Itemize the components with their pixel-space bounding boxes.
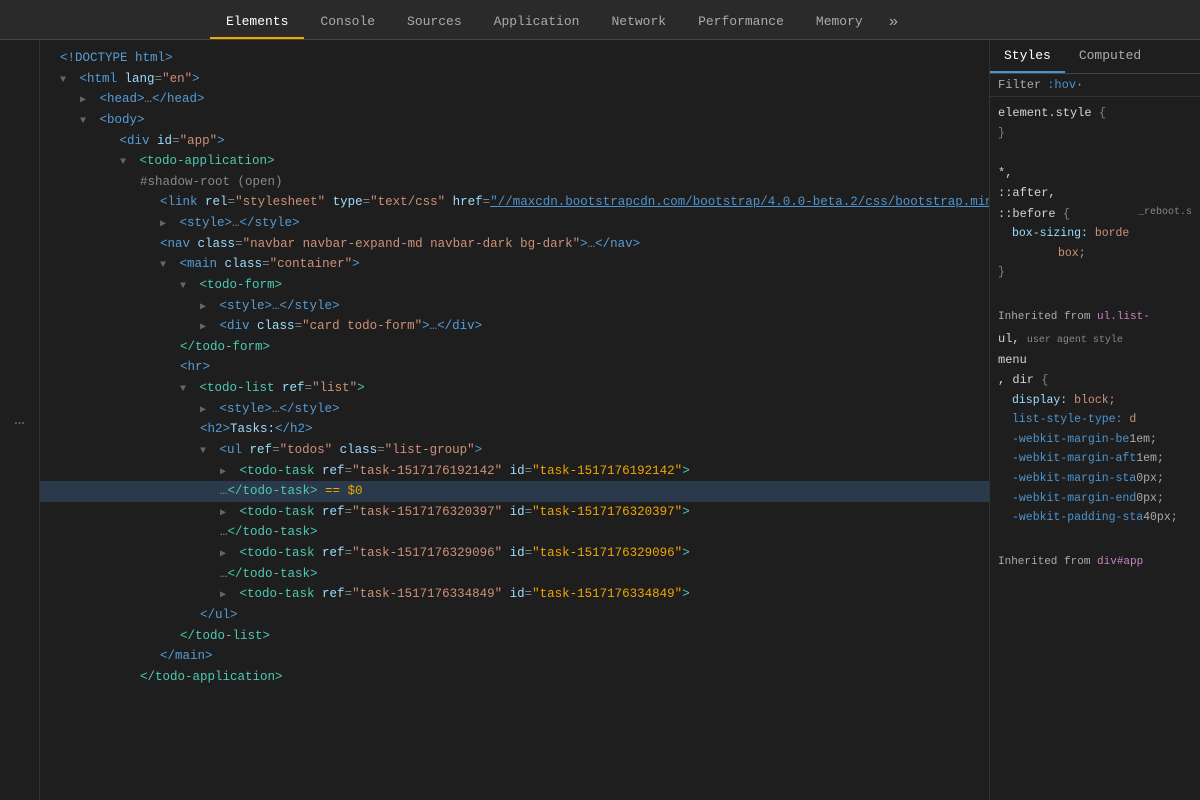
dom-line-h2: <h2>Tasks:</h2> — [40, 419, 989, 440]
dom-line-todo-app-close: </todo-application> — [40, 667, 989, 688]
arrow-style1[interactable] — [160, 217, 172, 234]
dom-line-style3[interactable]: <style>…</style> — [40, 399, 989, 420]
dom-panel[interactable]: <!DOCTYPE html> <html lang="en"> <head>…… — [40, 40, 990, 800]
dom-line-style2[interactable]: <style>…</style> — [40, 296, 989, 317]
dom-line-ul[interactable]: <ul ref="todos" class="list-group"> — [40, 440, 989, 461]
display-prop: display: block; — [998, 391, 1192, 411]
styles-content: element.style { } *, ::after, ::before {… — [990, 97, 1200, 800]
webkit-margin-end: -webkit-margin-end0px; — [998, 489, 1192, 509]
tab-elements[interactable]: Elements — [210, 6, 304, 39]
dom-line-nav[interactable]: <nav class="navbar navbar-expand-md navb… — [40, 234, 989, 255]
arrow-style3[interactable] — [200, 403, 212, 420]
arrow-task4[interactable] — [220, 588, 232, 605]
menu-selector: menu — [998, 353, 1027, 367]
dom-line-style1[interactable]: <style>…</style> — [40, 213, 989, 234]
tab-styles[interactable]: Styles — [990, 40, 1065, 73]
tab-sources[interactable]: Sources — [391, 6, 478, 39]
arrow-task3[interactable] — [220, 547, 232, 564]
dom-line-todo-form[interactable]: <todo-form> — [40, 275, 989, 296]
arrow-style2[interactable] — [200, 300, 212, 317]
box-val: box; — [998, 244, 1192, 264]
dom-line-ul-close: </ul> — [40, 605, 989, 626]
tab-application[interactable]: Application — [478, 6, 596, 39]
arrow-todo-app[interactable] — [120, 155, 132, 172]
dom-line-div-app[interactable]: <div id="app"> — [40, 131, 989, 152]
inherited-ul-label: Inherited from ul.list- — [998, 302, 1192, 329]
after-selector: ::after, — [998, 186, 1056, 200]
dom-line-task3-open[interactable]: <todo-task ref="task-1517176329096" id="… — [40, 543, 989, 564]
dom-line-task2-open[interactable]: <todo-task ref="task-1517176320397" id="… — [40, 502, 989, 523]
dom-line-main[interactable]: <main class="container"> — [40, 254, 989, 275]
arrow-main[interactable] — [160, 258, 172, 275]
devtools-tabbar: Elements Console Sources Application Net… — [0, 0, 1200, 40]
sidebar-ellipsis: … — [14, 410, 25, 430]
before-selector: ::before { — [998, 207, 1070, 221]
tab-network[interactable]: Network — [595, 6, 682, 39]
arrow-task2[interactable] — [220, 506, 232, 523]
universal-close: } — [998, 266, 1005, 279]
arrow-todo-form[interactable] — [180, 279, 192, 296]
style-section-element: element.style { } — [998, 103, 1192, 143]
element-style-close: } — [998, 127, 1005, 140]
arrow-todo-list[interactable] — [180, 382, 192, 399]
sidebar-collapsed: … — [0, 40, 40, 800]
dom-line-main-close: </main> — [40, 646, 989, 667]
dom-line-shadow: #shadow-root (open) — [40, 172, 989, 193]
list-style-type-prop: list-style-type: d — [998, 410, 1192, 430]
dom-line-task2-close: …</todo-task> — [40, 522, 989, 543]
arrow-ul[interactable] — [200, 444, 212, 461]
dom-line-head[interactable]: <head>…</head> — [40, 89, 989, 110]
inherited-div-label: Inherited from div#app — [998, 547, 1192, 574]
webkit-margin-aft: -webkit-margin-aft1em; — [998, 449, 1192, 469]
element-style-selector: element.style { — [998, 106, 1106, 120]
dom-line-link[interactable]: <link rel="stylesheet" type="text/css" h… — [40, 192, 989, 213]
ul-selector: ul, user agent style — [998, 332, 1123, 346]
tab-console[interactable]: Console — [304, 6, 391, 39]
dom-line-task1-open[interactable]: <todo-task ref="task-1517176192142" id="… — [40, 461, 989, 482]
dom-line-todo-app[interactable]: <todo-application> — [40, 151, 989, 172]
dom-line-div-card[interactable]: <div class="card todo-form">…</div> — [40, 316, 989, 337]
dom-line-task4-open[interactable]: <todo-task ref="task-1517176334849" id="… — [40, 584, 989, 605]
style-section-inherited-ul: Inherited from ul.list- ul, user agent s… — [998, 302, 1192, 527]
tabs-more-icon[interactable]: » — [879, 5, 909, 39]
filter-hov[interactable]: :hov — [1047, 78, 1076, 92]
dom-line-doctype: <!DOCTYPE html> — [40, 48, 989, 69]
box-sizing-prop: box-sizing: borde — [998, 224, 1192, 244]
arrow-head[interactable] — [80, 93, 92, 110]
doctype-tag: <!DOCTYPE html> — [60, 51, 173, 65]
dom-line-todo-list[interactable]: <todo-list ref="list"> — [40, 378, 989, 399]
styles-panel: Styles Computed Filter :hov · element.st… — [990, 40, 1200, 800]
style-section-universal: *, ::after, ::before { _reboot.s box-siz… — [998, 163, 1192, 283]
arrow-html[interactable] — [60, 73, 72, 90]
dom-line-todo-form-close: </todo-form> — [40, 337, 989, 358]
tab-performance[interactable]: Performance — [682, 6, 800, 39]
arrow-div-card[interactable] — [200, 320, 212, 337]
filter-label: Filter — [998, 78, 1041, 92]
dom-line-task3-close: …</todo-task> — [40, 564, 989, 585]
arrow-task1[interactable] — [220, 465, 232, 482]
dom-line-hr: <hr> — [40, 357, 989, 378]
tab-computed[interactable]: Computed — [1065, 40, 1155, 73]
styles-filter-bar: Filter :hov · — [990, 74, 1200, 97]
webkit-margin-be: -webkit-margin-be1em; — [998, 430, 1192, 450]
dom-line-task1-close: …</todo-task> == $0 — [40, 481, 989, 502]
universal-selector: *, — [998, 166, 1012, 180]
arrow-body[interactable] — [80, 114, 92, 131]
dom-line-html[interactable]: <html lang="en"> — [40, 69, 989, 90]
webkit-margin-sta: -webkit-margin-sta0px; — [998, 469, 1192, 489]
filter-dot: · — [1076, 78, 1083, 92]
styles-tab-bar: Styles Computed — [990, 40, 1200, 74]
devtools-body: … <!DOCTYPE html> <html lang="en"> <head… — [0, 40, 1200, 800]
dom-line-todo-list-close: </todo-list> — [40, 626, 989, 647]
webkit-padding-sta: -webkit-padding-sta40px; — [998, 508, 1192, 528]
dir-selector: , dir { — [998, 373, 1048, 387]
dom-line-body[interactable]: <body> — [40, 110, 989, 131]
reboot-source: _reboot.s — [1138, 204, 1192, 221]
tab-memory[interactable]: Memory — [800, 6, 879, 39]
style-section-inherited-div: Inherited from div#app — [998, 547, 1192, 574]
